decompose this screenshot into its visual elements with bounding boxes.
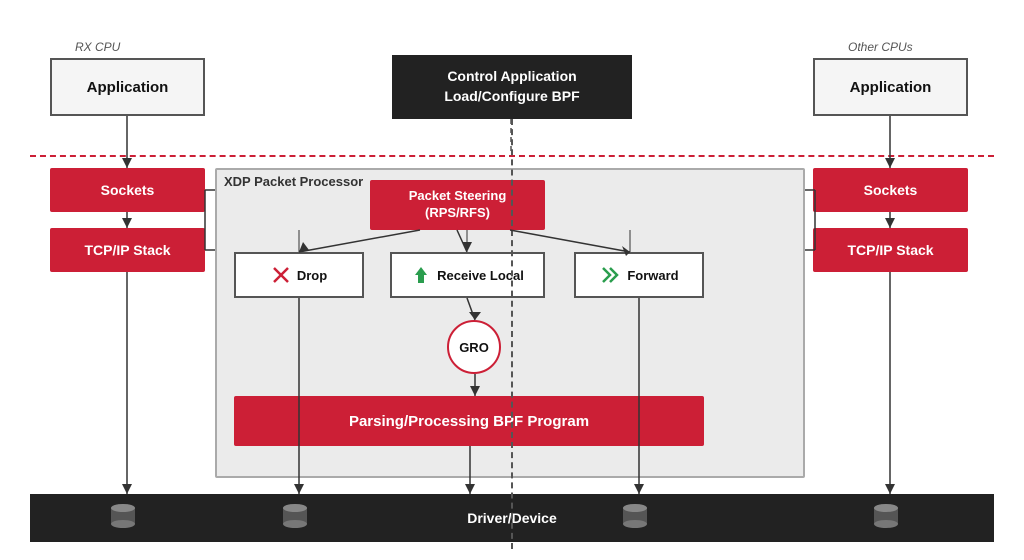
other-cpus-label: Other CPUs [848,40,913,54]
app-right-box: Application [813,58,968,116]
receive-local-icon [411,265,431,285]
drop-icon [271,265,291,285]
db-icon-1 [105,500,141,536]
drop-box: Drop [234,252,364,298]
sockets-left-box: Sockets [50,168,205,212]
diagram: RX CPU Other CPUs Application Applicatio… [0,0,1024,560]
db-icon-2 [277,500,313,536]
sockets-right-box: Sockets [813,168,968,212]
rx-cpu-label: RX CPU [75,40,120,54]
control-app-box: Control Application Load/Configure BPF [392,55,632,119]
tcp-right-box: TCP/IP Stack [813,228,968,272]
xdp-label: XDP Packet Processor [224,174,363,189]
forward-icon [599,264,621,286]
forward-box: Forward [574,252,704,298]
tcp-left-box: TCP/IP Stack [50,228,205,272]
db-icon-4 [868,500,904,536]
db-icon-3 [617,500,653,536]
gro-circle: GRO [447,320,501,374]
vertical-dashed-line [511,119,513,549]
parsing-bpf-box: Parsing/Processing BPF Program [234,396,704,446]
receive-local-box: Receive Local [390,252,545,298]
app-left-box: Application [50,58,205,116]
packet-steering-box: Packet Steering (RPS/RFS) [370,180,545,230]
